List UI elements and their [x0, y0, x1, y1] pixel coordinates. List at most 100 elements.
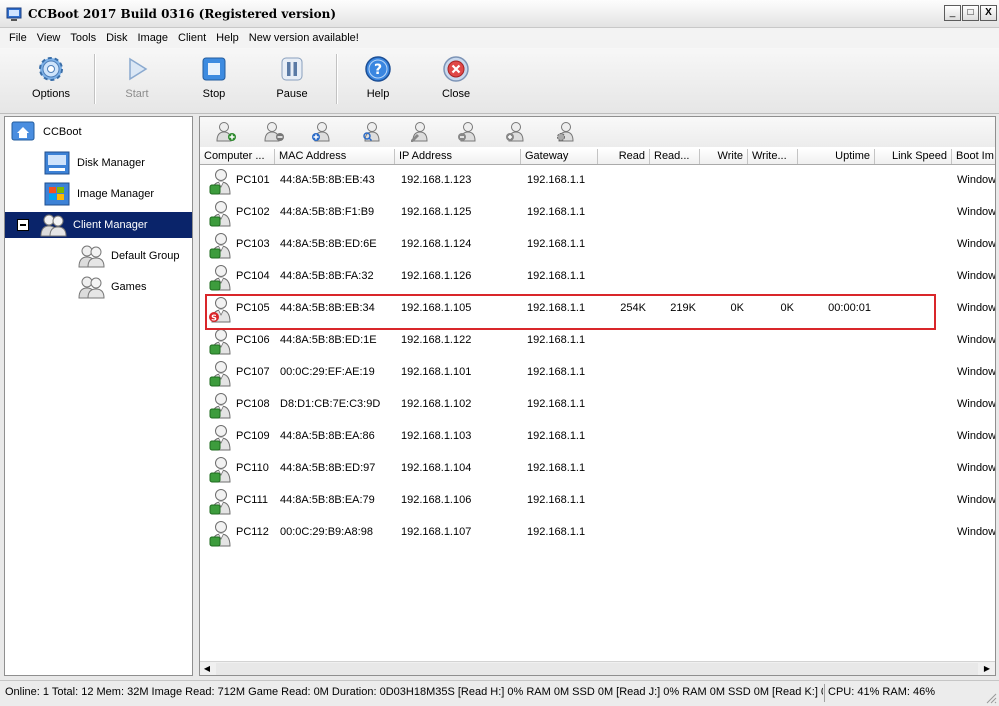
- column-link-speed[interactable]: Link Speed: [875, 149, 952, 164]
- cell-mac: 44:8A:5B:8B:EB:34: [280, 302, 375, 314]
- edit-client-icon[interactable]: [408, 120, 432, 144]
- cell-computer: PC105: [236, 302, 270, 314]
- tree-label-disk-manager: Disk Manager: [77, 157, 145, 169]
- table-row[interactable]: PC112 00:0C:29:B9:A8:98 192.168.1.107 192.1…: [200, 517, 995, 549]
- pause-button[interactable]: Pause: [257, 54, 327, 100]
- tree-node-games[interactable]: Games: [77, 274, 146, 300]
- menu-new-version[interactable]: New version available!: [244, 28, 364, 48]
- cell-computer: PC102: [236, 206, 270, 218]
- cell-boot-image: Window: [957, 238, 996, 250]
- menu-client[interactable]: Client: [173, 28, 211, 48]
- cell-computer: PC109: [236, 430, 270, 442]
- scroll-track[interactable]: [216, 663, 978, 675]
- client-settings-icon[interactable]: [554, 120, 578, 144]
- find-client-icon[interactable]: [360, 120, 384, 144]
- close-button[interactable]: Close: [421, 54, 491, 100]
- add-client-icon[interactable]: [214, 120, 238, 144]
- user-icon: [209, 489, 231, 515]
- table-row[interactable]: PC102 44:8A:5B:8B:F1:B9 192.168.1.125 192.1…: [200, 197, 995, 229]
- column-gateway[interactable]: Gateway: [521, 149, 598, 164]
- column-boot-image[interactable]: Boot Im: [952, 149, 995, 164]
- cell-boot-image: Window: [957, 462, 996, 474]
- column-read[interactable]: Read: [598, 149, 650, 164]
- cell-mac: 44:8A:5B:8B:ED:6E: [280, 238, 377, 250]
- collapse-toggle[interactable]: [17, 219, 29, 231]
- cell-computer: PC106: [236, 334, 270, 346]
- cell-ip: 192.168.1.105: [401, 302, 472, 314]
- table-row[interactable]: PC104 44:8A:5B:8B:FA:32 192.168.1.126 192.1…: [200, 261, 995, 293]
- menu-help[interactable]: Help: [211, 28, 244, 48]
- table-row[interactable]: PC108 D8:D1:CB:7E:C3:9D 192.168.1.102 192.1…: [200, 389, 995, 421]
- cell-mac: 44:8A:5B:8B:ED:97: [280, 462, 376, 474]
- remove-client-icon[interactable]: [262, 120, 286, 144]
- maximize-button[interactable]: □: [962, 5, 979, 21]
- start-button[interactable]: Start: [102, 54, 172, 100]
- menu-disk[interactable]: Disk: [101, 28, 132, 48]
- cell-boot-image: Window: [957, 430, 996, 442]
- table-row[interactable]: PC101 44:8A:5B:8B:EB:43 192.168.1.123 192.1…: [200, 165, 995, 197]
- online-badge-text: S: [211, 314, 217, 323]
- cell-mac: 00:0C:29:B9:A8:98: [280, 526, 373, 538]
- tree-node-image-manager[interactable]: Image Manager: [43, 181, 154, 207]
- cell-ip: 192.168.1.126: [401, 270, 472, 282]
- cell-boot-image: Window: [957, 174, 996, 186]
- main-toolbar: Options Start Stop Pause ? Help Close: [0, 48, 999, 114]
- cell-computer: PC111: [236, 494, 269, 506]
- column-uptime[interactable]: Uptime: [798, 149, 875, 164]
- tree-node-ccboot[interactable]: CCBoot: [9, 119, 82, 145]
- cell-mac: 44:8A:5B:8B:ED:1E: [280, 334, 377, 346]
- cell-write-speed: 0K: [780, 302, 794, 314]
- stop-button[interactable]: Stop: [179, 54, 249, 100]
- table-row[interactable]: PC109 44:8A:5B:8B:EA:86 192.168.1.103 192.1…: [200, 421, 995, 453]
- menu-tools[interactable]: Tools: [65, 28, 101, 48]
- scroll-left-icon[interactable]: ◀: [201, 663, 213, 675]
- close-window-button[interactable]: X: [980, 5, 997, 21]
- minimize-button[interactable]: _: [944, 5, 961, 21]
- column-write-speed[interactable]: Write...: [748, 149, 798, 164]
- user-icon: [209, 233, 231, 259]
- online-user-icon: S: [209, 297, 231, 323]
- cell-computer: PC108: [236, 398, 270, 410]
- cell-boot-image: Window: [957, 302, 996, 314]
- user-icon: [209, 393, 231, 419]
- column-read-speed[interactable]: Read...: [650, 149, 700, 164]
- horizontal-scrollbar[interactable]: ◀ ▶: [200, 661, 995, 675]
- menu-file[interactable]: File: [4, 28, 32, 48]
- cell-gateway: 192.168.1.1: [527, 526, 586, 538]
- column-ip[interactable]: IP Address: [395, 149, 521, 164]
- navigation-tree: CCBoot Disk Manager Image Manager Client…: [4, 116, 193, 676]
- column-mac[interactable]: MAC Address: [275, 149, 395, 164]
- table-row[interactable]: PC106 44:8A:5B:8B:ED:1E 192.168.1.122 192.1…: [200, 325, 995, 357]
- cell-computer: PC107: [236, 366, 270, 378]
- tree-node-client-manager[interactable]: Client Manager: [5, 212, 192, 238]
- options-button[interactable]: Options: [16, 54, 86, 100]
- tree-node-disk-manager[interactable]: Disk Manager: [43, 150, 145, 176]
- menu-view[interactable]: View: [32, 28, 66, 48]
- menu-image[interactable]: Image: [132, 28, 173, 48]
- svg-text:?: ?: [374, 62, 382, 78]
- table-row[interactable]: PC103 44:8A:5B:8B:ED:6E 192.168.1.124 192.1…: [200, 229, 995, 261]
- tree-node-default-group[interactable]: Default Group: [77, 243, 179, 269]
- table-row[interactable]: PC111 44:8A:5B:8B:EA:79 192.168.1.106 192.1…: [200, 485, 995, 517]
- resize-grip-icon[interactable]: [985, 692, 997, 704]
- cell-computer: PC110: [236, 462, 269, 474]
- table-row[interactable]: PC107 00:0C:29:EF:AE:19 192.168.1.101 192.1…: [200, 357, 995, 389]
- enable-client-icon[interactable]: [504, 120, 528, 144]
- help-button[interactable]: ? Help: [343, 54, 413, 100]
- table-row[interactable]: PC110 44:8A:5B:8B:ED:97 192.168.1.104 192.1…: [200, 453, 995, 485]
- disable-client-icon[interactable]: [456, 120, 480, 144]
- play-icon: [129, 57, 148, 81]
- user-icon: [209, 521, 231, 547]
- scroll-right-icon[interactable]: ▶: [981, 663, 993, 675]
- user-icon: [209, 425, 231, 451]
- column-computer[interactable]: Computer ...: [200, 149, 275, 164]
- table-row[interactable]: S PC105 44:8A:5B:8B:EB:34 192.168.1.105 192.…: [200, 293, 995, 325]
- tree-label-default-group: Default Group: [111, 250, 180, 262]
- cell-mac: D8:D1:CB:7E:C3:9D: [280, 398, 381, 410]
- server-icon: [11, 121, 35, 141]
- column-write[interactable]: Write: [700, 149, 748, 164]
- add-group-icon[interactable]: [310, 120, 334, 144]
- cell-mac: 44:8A:5B:8B:EA:79: [280, 494, 375, 506]
- cell-ip: 192.168.1.103: [401, 430, 472, 442]
- cell-uptime: 00:00:01: [828, 302, 871, 314]
